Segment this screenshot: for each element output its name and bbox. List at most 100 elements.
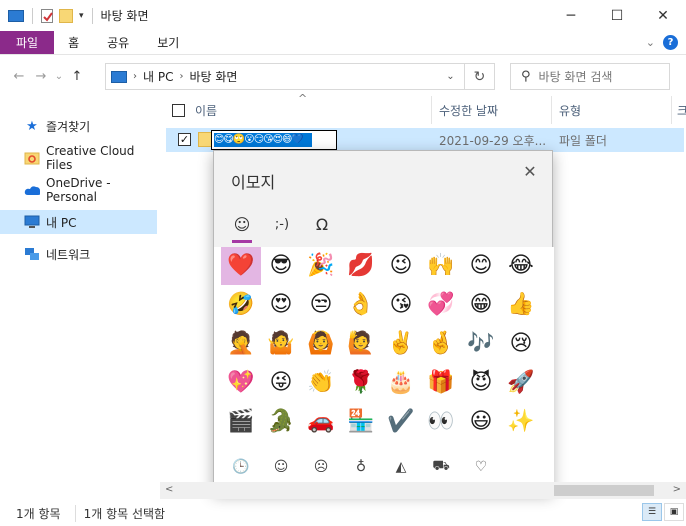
sidebar-item-network[interactable]: 네트워크: [0, 242, 157, 266]
details-view-icon[interactable]: ☰: [642, 503, 662, 521]
properties-icon[interactable]: [41, 8, 53, 23]
creative-cloud-folder-icon: [24, 150, 40, 166]
emoji-item[interactable]: 🙋: [341, 325, 381, 363]
emoji-item[interactable]: ✨: [501, 403, 541, 441]
toolbar-divider: [91, 7, 93, 24]
emoji-item[interactable]: 😊: [461, 247, 501, 285]
emoji-item[interactable]: 🤷: [261, 325, 301, 363]
row-checkbox[interactable]: ✓: [178, 133, 191, 146]
emoji-item[interactable]: 😘: [381, 286, 421, 324]
column-header-type[interactable]: 유형: [559, 96, 669, 124]
search-icon: ⚲: [521, 69, 531, 84]
forward-button[interactable]: →: [30, 64, 52, 88]
window-title: 바탕 화면: [100, 9, 149, 23]
breadcrumb-this-pc[interactable]: 내 PC: [143, 68, 173, 85]
rename-input[interactable]: 😊😋🙄😮😏😘😍😄💙: [211, 130, 337, 150]
customize-toolbar-icon[interactable]: ▾: [79, 11, 84, 21]
emoji-item[interactable]: 😜: [261, 364, 301, 402]
heart-category-icon[interactable]: ♡: [466, 455, 496, 479]
emoji-item[interactable]: 😢: [501, 325, 541, 363]
column-header-date[interactable]: 수정한 날짜: [439, 96, 549, 124]
emoji-tab[interactable]: ☺: [224, 209, 260, 243]
column-header-size[interactable]: 크: [677, 96, 686, 124]
emoji-item[interactable]: 🐊: [261, 403, 301, 441]
emoji-item[interactable]: 💋: [341, 247, 381, 285]
emoji-item[interactable]: 😃: [461, 403, 501, 441]
emoji-item[interactable]: 🎂: [381, 364, 421, 402]
emoji-item[interactable]: 😂: [501, 247, 541, 285]
sidebar-item-creative-cloud[interactable]: Creative Cloud Files: [0, 144, 157, 172]
tab-share[interactable]: 공유: [93, 31, 143, 54]
title-bar: ▾ 바탕 화면 ─ ☐ ✕: [0, 0, 686, 31]
emoji-item[interactable]: 😎: [261, 247, 301, 285]
address-dropdown-button[interactable]: ⌄: [438, 64, 462, 89]
emoji-item[interactable]: 👀: [421, 403, 461, 441]
tab-view[interactable]: 보기: [143, 31, 193, 54]
emoji-item[interactable]: 🎉: [301, 247, 341, 285]
help-icon[interactable]: ?: [663, 35, 678, 50]
maximize-button[interactable]: ☐: [594, 0, 640, 31]
emoji-item[interactable]: ✌️: [381, 325, 421, 363]
breadcrumb-desktop[interactable]: 바탕 화면: [189, 68, 237, 85]
emoji-item[interactable]: ❤️: [221, 247, 261, 285]
large-icons-view-icon[interactable]: ▣: [664, 503, 684, 521]
emoji-item[interactable]: 😒: [301, 286, 341, 324]
emoji-item[interactable]: 🎬: [221, 403, 261, 441]
new-folder-icon[interactable]: [59, 8, 73, 23]
emoji-item[interactable]: 💞: [421, 286, 461, 324]
horizontal-scrollbar[interactable]: < >: [160, 482, 686, 499]
close-button[interactable]: ✕: [640, 0, 686, 31]
emoji-item[interactable]: 🙆: [301, 325, 341, 363]
back-button[interactable]: ←: [8, 64, 30, 88]
emoji-item[interactable]: 🚀: [501, 364, 541, 402]
celebration-category-icon[interactable]: ♁: [346, 455, 376, 479]
emoji-item[interactable]: 🤦: [221, 325, 261, 363]
recent-locations-button[interactable]: ⌄: [52, 64, 66, 88]
tab-home[interactable]: 홈: [54, 31, 93, 54]
emoji-item[interactable]: 🏪: [341, 403, 381, 441]
emoji-item[interactable]: 🤣: [221, 286, 261, 324]
emoji-item[interactable]: 👍: [501, 286, 541, 324]
emoji-item[interactable]: 🌹: [341, 364, 381, 402]
emoji-item[interactable]: 💖: [221, 364, 261, 402]
column-header-name[interactable]: 이름 ^: [172, 92, 432, 124]
sidebar-item-this-pc[interactable]: 내 PC: [0, 210, 157, 234]
scrollbar-thumb[interactable]: [554, 485, 654, 496]
select-all-checkbox[interactable]: [172, 103, 185, 117]
up-button[interactable]: ↑: [66, 64, 88, 88]
emoji-item[interactable]: ✔️: [381, 403, 421, 441]
emoji-item[interactable]: 😍: [261, 286, 301, 324]
refresh-button[interactable]: ↻: [464, 64, 494, 89]
emoji-item[interactable]: 🤞: [421, 325, 461, 363]
kaomoji-tab[interactable]: ;-): [264, 209, 300, 239]
breadcrumb-separator[interactable]: ›: [179, 71, 183, 82]
emoji-item[interactable]: 😈: [461, 364, 501, 402]
search-placeholder: 바탕 화면 검색: [538, 70, 613, 84]
people-category-icon[interactable]: ☹: [306, 455, 336, 479]
emoji-item[interactable]: 😁: [461, 286, 501, 324]
scroll-right-button[interactable]: >: [673, 484, 681, 495]
emoji-panel-close-button[interactable]: ✕: [520, 161, 540, 181]
food-category-icon[interactable]: ◭: [386, 455, 416, 479]
sidebar-item-onedrive[interactable]: OneDrive - Personal: [0, 176, 157, 204]
emoji-item[interactable]: 🚗: [301, 403, 341, 441]
smiley-category-icon[interactable]: ☺: [266, 455, 296, 479]
emoji-item[interactable]: 😉: [381, 247, 421, 285]
address-bar[interactable]: › 내 PC › 바탕 화면 ⌄ ↻: [105, 63, 495, 90]
travel-category-icon[interactable]: ⛟: [426, 455, 456, 479]
emoji-item[interactable]: 👏: [301, 364, 341, 402]
emoji-item[interactable]: 🎁: [421, 364, 461, 402]
recent-category-icon[interactable]: 🕒: [226, 455, 256, 485]
symbols-tab[interactable]: Ω: [304, 209, 340, 239]
emoji-item[interactable]: 👌: [341, 286, 381, 324]
expand-ribbon-icon[interactable]: ⌄: [646, 36, 655, 49]
minimize-button[interactable]: ─: [548, 0, 594, 31]
tab-file[interactable]: 파일: [0, 31, 55, 54]
emoji-item[interactable]: 🙌: [421, 247, 461, 285]
sidebar-item-label: 즐겨찾기: [46, 119, 91, 134]
scroll-left-button[interactable]: <: [165, 484, 173, 495]
emoji-item[interactable]: 🎶: [461, 325, 501, 363]
sidebar-item-quick-access[interactable]: ★ 즐겨찾기: [0, 114, 157, 138]
search-box[interactable]: ⚲ 바탕 화면 검색: [510, 63, 670, 90]
file-row[interactable]: ✓ 😊😋🙄😮😏😘😍😄💙 2021-09-29 오후... 파일 폴더: [166, 128, 684, 152]
